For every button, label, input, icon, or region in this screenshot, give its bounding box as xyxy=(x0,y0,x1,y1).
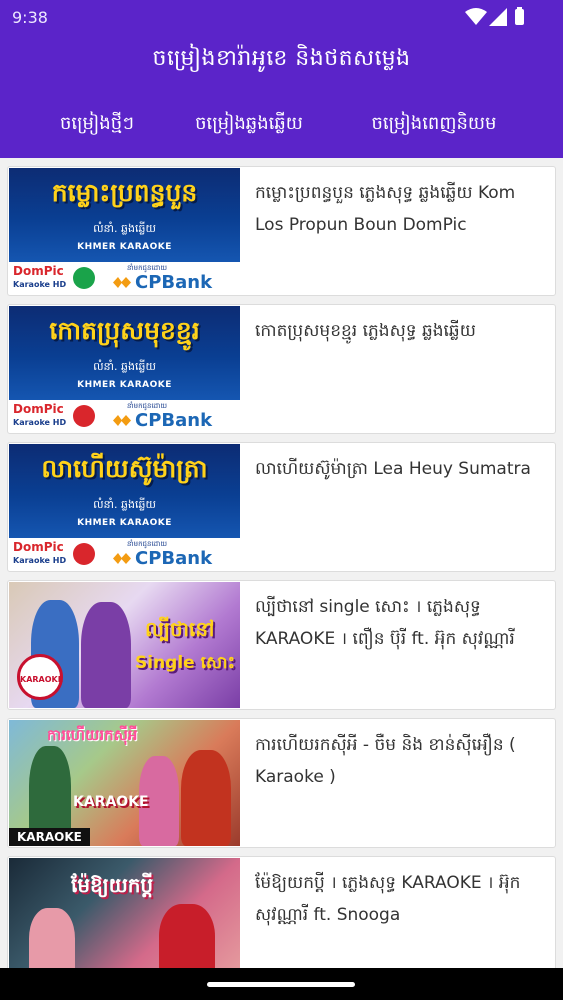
singer-figure xyxy=(159,904,215,968)
tab-bar: ចម្រៀងថ្មីៗ ចម្រៀងឆ្លងឆ្លើយ ចម្រៀងពេញនិយ… xyxy=(0,104,563,150)
song-thumbnail: ម៉ែឱ្យយកប្ដី xyxy=(9,858,240,968)
song-thumbnail: កោតប្រុសមុខខ្មូរ លំនាំ. ឆ្លងឆ្លើយ KHMER … xyxy=(9,306,240,432)
thumbnail-footer: DomPic Karaoke HD នាំមកជូនដោយ CPBank xyxy=(9,538,240,570)
tab-duet-songs[interactable]: ចម្រៀងឆ្លងឆ្លើយ xyxy=(176,104,322,150)
thumbnail-tag: KHMER KARAOKE xyxy=(77,518,172,528)
thumbnail-credit: លំនាំ. ឆ្លងឆ្លើយ xyxy=(93,222,156,235)
cpbank-icon xyxy=(113,277,131,288)
app-title: ចម្រៀងខារ៉ាអូខេ និងថតសម្លេង xyxy=(152,46,411,71)
dompic-sub: Karaoke HD xyxy=(13,418,67,427)
karaoke-logo: KARAOKE xyxy=(17,654,63,700)
thumbnail-credit: លំនាំ. ឆ្លងឆ្លើយ xyxy=(93,498,156,511)
song-thumbnail: ល្បីថានៅ Single សោះ KARAOKE xyxy=(9,582,240,708)
dompic-sub: Karaoke HD xyxy=(13,280,67,289)
wifi-icon xyxy=(465,8,487,25)
karaoke-badge: KARAOKE xyxy=(9,828,90,846)
thumbnail-tag: KHMER KARAOKE xyxy=(77,380,172,390)
red-circle-icon xyxy=(73,405,95,427)
thumbnail-headline: ម៉ែឱ្យយកប្ដី xyxy=(71,873,154,897)
song-title: ល្បីថានៅ single សោះ । ភ្លេងសុទ្ធ KARAOKE… xyxy=(255,597,515,649)
status-time: 9:38 xyxy=(12,8,48,27)
thumbnail-footer: DomPic Karaoke HD នាំមកជូនដោយ CPBank xyxy=(9,262,240,294)
dompic-logo: DomPic xyxy=(13,402,64,416)
battery-icon xyxy=(515,7,524,25)
singer-figure xyxy=(181,750,231,846)
signal-icon xyxy=(489,8,507,26)
status-bar: 9:38 xyxy=(0,0,563,34)
cpbank-logo: CPBank xyxy=(135,272,213,293)
tab-popular-songs[interactable]: ចម្រៀងពេញនិយម xyxy=(344,104,524,150)
song-title: កោតប្រុសមុខខ្មូរ ភ្លេងសុទ្ធ ឆ្លងឆ្លើយ xyxy=(255,321,476,341)
home-gesture-handle[interactable] xyxy=(207,982,355,987)
thumbnail-footer: DomPic Karaoke HD នាំមកជូនដោយ CPBank xyxy=(9,400,240,432)
tab-new-songs[interactable]: ចម្រៀងថ្មីៗ xyxy=(38,104,156,150)
cpbank-icon xyxy=(113,553,131,564)
song-thumbnail: កម្លោះប្រពន្ធបួន លំនាំ. ឆ្លងឆ្លើយ KHMER … xyxy=(9,168,240,294)
thumbnail-headline-2: Single សោះ xyxy=(135,653,236,673)
song-title: ម៉ែឱ្យយកប្ដី । ភ្លេងសុទ្ធ KARAOKE । អ៊ុក… xyxy=(255,873,521,925)
thumbnail-tag: KARAOKE xyxy=(73,794,149,810)
list-item[interactable]: ល្បីថានៅ Single សោះ KARAOKE ល្បីថានៅ sin… xyxy=(7,580,556,710)
app-bar: 9:38 ចម្រៀងខារ៉ាអូខេ និងថតសម្លេង ចម្រៀងថ… xyxy=(0,0,563,158)
thumbnail-tag: KHMER KARAOKE xyxy=(77,242,172,252)
song-thumbnail: លាហើយស៊ូម៉ាត្រា លំនាំ. ឆ្លងឆ្លើយ KHMER K… xyxy=(9,444,240,570)
song-title: លាហើយស៊ូម៉ាត្រា Lea Heuy Sumatra xyxy=(255,459,531,479)
cpbank-icon xyxy=(113,415,131,426)
song-title: ការហើយរកស៊ីអី - ចឺម និង ខាន់ស៊ីអឿន ( Kar… xyxy=(255,735,516,787)
red-circle-icon xyxy=(73,543,95,565)
list-item[interactable]: ម៉ែឱ្យយកប្ដី ម៉ែឱ្យយកប្ដី । ភ្លេងសុទ្ធ K… xyxy=(7,856,556,968)
song-title: កម្លោះប្រពន្ធបួន ភ្លេងសុទ្ធ ឆ្លងឆ្លើយ Ko… xyxy=(255,183,516,235)
thumbnail-headline: កម្លោះប្រពន្ធបួន xyxy=(51,178,198,207)
thumbnail-headline: លាហើយស៊ូម៉ាត្រា xyxy=(41,454,208,483)
thumbnail-headline: ការហើយរកស៊ីអី xyxy=(47,726,138,744)
cpbank-logo: CPBank xyxy=(135,410,213,431)
dompic-logo: DomPic xyxy=(13,540,64,554)
thumbnail-headline: កោតប្រុសមុខខ្មូរ xyxy=(49,316,200,345)
list-item[interactable]: កោតប្រុសមុខខ្មូរ លំនាំ. ឆ្លងឆ្លើយ KHMER … xyxy=(7,304,556,434)
singer-figure xyxy=(81,602,131,708)
dompic-sub: Karaoke HD xyxy=(13,556,67,565)
cpbank-logo: CPBank xyxy=(135,548,213,569)
green-circle-icon xyxy=(73,267,95,289)
thumbnail-credit: លំនាំ. ឆ្លងឆ្លើយ xyxy=(93,360,156,373)
dompic-logo: DomPic xyxy=(13,264,64,278)
status-icons xyxy=(465,7,525,27)
navigation-bar xyxy=(0,968,563,1000)
thumbnail-headline: ល្បីថានៅ xyxy=(145,617,215,641)
list-item[interactable]: ការហើយរកស៊ីអី KARAOKE KARAOKE ការហើយរកស៊… xyxy=(7,718,556,848)
song-list: កម្លោះប្រពន្ធបួន លំនាំ. ឆ្លងឆ្លើយ KHMER … xyxy=(0,158,563,968)
song-thumbnail: ការហើយរកស៊ីអី KARAOKE KARAOKE xyxy=(9,720,240,846)
list-item[interactable]: កម្លោះប្រពន្ធបួន លំនាំ. ឆ្លងឆ្លើយ KHMER … xyxy=(7,166,556,296)
singer-figure xyxy=(29,908,75,968)
list-item[interactable]: លាហើយស៊ូម៉ាត្រា លំនាំ. ឆ្លងឆ្លើយ KHMER K… xyxy=(7,442,556,572)
